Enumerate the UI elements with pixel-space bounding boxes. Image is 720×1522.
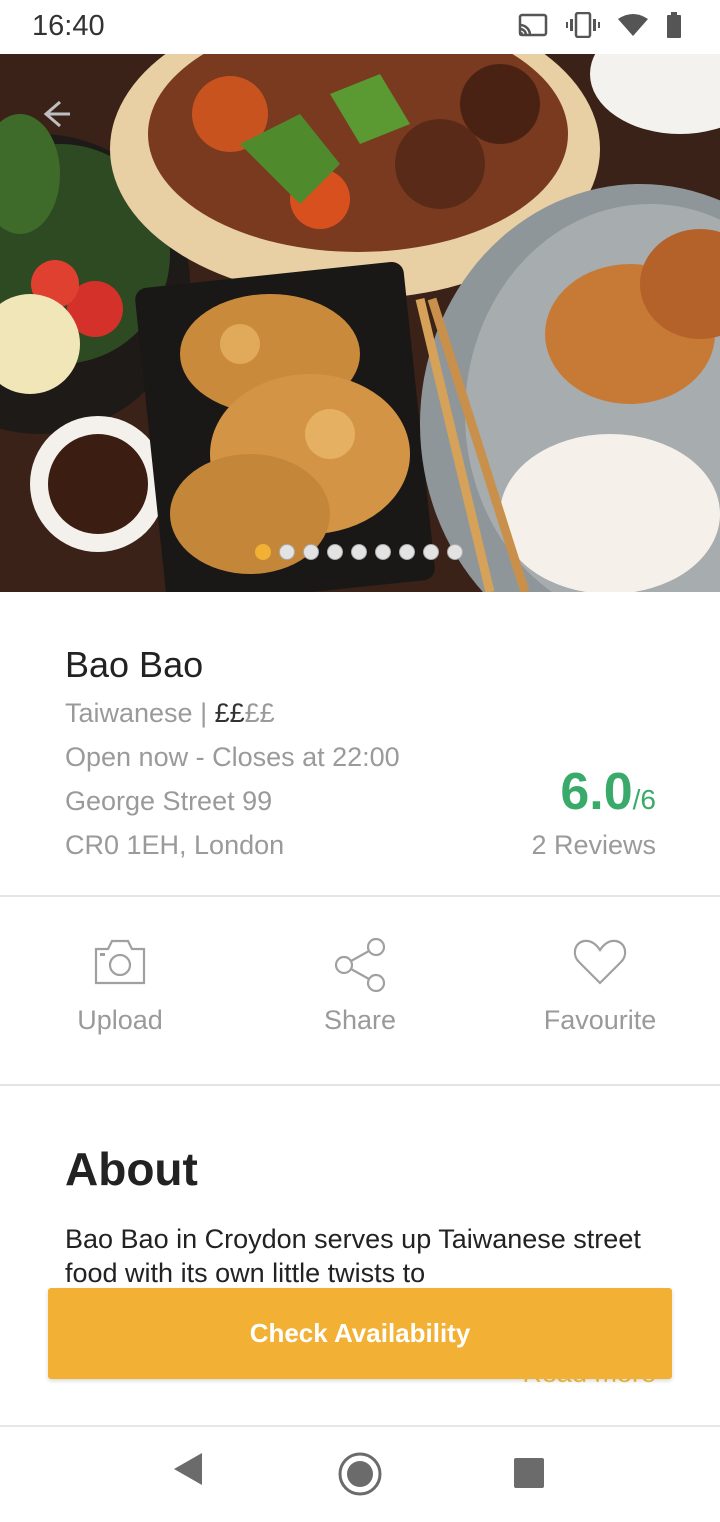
action-bar: Upload Share Favourite [0, 897, 720, 1085]
favourite-button[interactable]: Favourite [480, 937, 720, 1036]
cuisine-price-line: Taiwanese | ££££ [65, 698, 275, 729]
status-time: 16:40 [32, 10, 105, 42]
wifi-icon [618, 14, 648, 36]
carousel-indicator [0, 544, 720, 560]
status-icons [518, 12, 682, 38]
carousel-dot-5[interactable] [350, 544, 367, 560]
price-level-inactive: ££ [244, 698, 275, 728]
restaurant-info: Bao Bao Taiwanese | ££££ Open now - Clos… [0, 592, 720, 895]
divider [0, 1084, 720, 1086]
rating-out-of: /6 [632, 784, 656, 815]
system-nav-bar [0, 1425, 720, 1522]
home-nav-icon[interactable] [336, 1450, 384, 1498]
opening-hours: Open now - Closes at 22:00 [65, 742, 400, 772]
reviews-count[interactable]: 2 Reviews [531, 830, 656, 861]
check-availability-button[interactable]: Check Availability [48, 1288, 672, 1379]
price-level-active: ££ [214, 698, 245, 728]
address-line-2[interactable]: CR0 1EH, London [65, 830, 284, 861]
about-heading: About [65, 1143, 198, 1195]
carousel-dot-2[interactable] [278, 544, 295, 560]
favourite-label: Favourite [543, 1005, 657, 1035]
share-icon [334, 937, 386, 993]
carousel-dot-3[interactable] [302, 544, 319, 560]
upload-button[interactable]: Upload [0, 937, 240, 1036]
carousel-dot-4[interactable] [326, 544, 343, 560]
status-bar: 16:40 [0, 0, 720, 54]
recents-nav-icon[interactable] [513, 1457, 545, 1489]
carousel-dot-8[interactable] [422, 544, 439, 560]
share-button[interactable]: Share [240, 937, 480, 1036]
cuisine-label: Taiwanese [65, 698, 193, 728]
back-nav-icon[interactable] [170, 1449, 206, 1489]
cast-icon [518, 13, 548, 37]
upload-label: Upload [77, 1005, 163, 1035]
food-photo [0, 54, 720, 592]
back-arrow-icon[interactable] [34, 94, 74, 134]
heart-icon [573, 939, 627, 985]
carousel-dot-1[interactable] [254, 544, 271, 560]
separator: | [192, 698, 215, 728]
share-label: Share [323, 1005, 397, 1035]
carousel-dot-7[interactable] [398, 544, 415, 560]
address-line-1[interactable]: George Street 99 [65, 786, 272, 817]
vibrate-icon [566, 12, 600, 38]
carousel-dot-6[interactable] [374, 544, 391, 560]
restaurant-hero-image[interactable] [0, 54, 720, 592]
camera-icon [94, 939, 146, 985]
restaurant-name: Bao Bao [65, 644, 204, 685]
about-description: Bao Bao in Croydon serves up Taiwanese s… [65, 1224, 641, 1288]
carousel-dot-9[interactable] [446, 544, 463, 560]
rating-value: 6.0 [560, 763, 633, 821]
battery-icon [667, 12, 681, 38]
rating-score: 6.0/6 [560, 762, 656, 822]
